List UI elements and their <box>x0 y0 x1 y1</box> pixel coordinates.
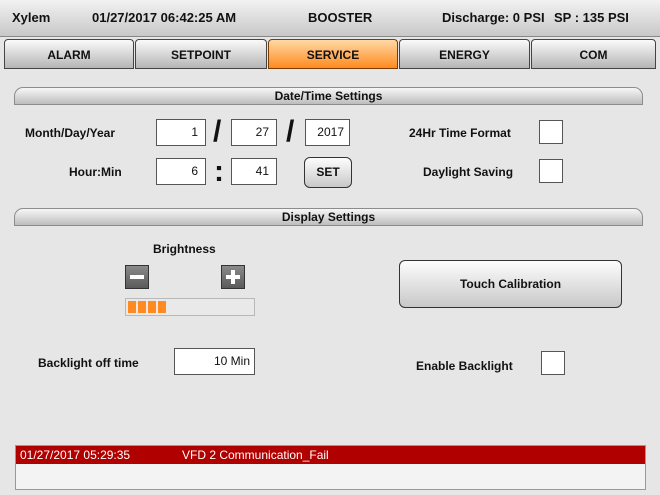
touch-calibration-button[interactable]: Touch Calibration <box>399 260 622 308</box>
brightness-level-bar <box>125 298 255 316</box>
dst-label: Daylight Saving <box>423 165 514 179</box>
tab-alarm[interactable]: ALARM <box>4 39 134 69</box>
display-settings-title: Display Settings <box>14 208 643 226</box>
brightness-label: Brightness <box>153 242 216 256</box>
day-field[interactable]: 27 <box>231 119 277 146</box>
brightness-segment <box>128 301 136 313</box>
tab-energy[interactable]: ENERGY <box>399 39 530 69</box>
alarm-row[interactable]: 01/27/2017 05:29:35 VFD 2 Communication_… <box>16 446 645 464</box>
format24-label: 24Hr Time Format <box>409 126 511 140</box>
minus-icon <box>130 275 144 279</box>
main-tabs: ALARM SETPOINT SERVICE ENERGY COM <box>4 39 656 71</box>
time-label: Hour:Min <box>69 165 122 179</box>
alarm-message: VFD 2 Communication_Fail <box>182 448 329 462</box>
tab-service[interactable]: SERVICE <box>268 39 398 69</box>
format24-checkbox[interactable] <box>539 120 563 144</box>
hour-field[interactable]: 6 <box>156 158 206 185</box>
brightness-segment <box>148 301 156 313</box>
hmi-screen: Xylem 01/27/2017 06:42:25 AM BOOSTER Dis… <box>0 0 660 495</box>
backlight-off-time-label: Backlight off time <box>38 356 139 370</box>
status-bar: Xylem 01/27/2017 06:42:25 AM BOOSTER Dis… <box>0 0 660 37</box>
mode-label: BOOSTER <box>308 10 373 25</box>
brightness-segment <box>138 301 146 313</box>
set-time-button[interactable]: SET <box>304 157 352 188</box>
enable-backlight-label: Enable Backlight <box>416 359 513 373</box>
backlight-off-time-field[interactable]: 10 Min <box>174 348 255 375</box>
alarm-banner: 01/27/2017 05:29:35 VFD 2 Communication_… <box>15 445 646 490</box>
current-datetime: 01/27/2017 06:42:25 AM <box>92 10 237 25</box>
month-field[interactable]: 1 <box>156 119 206 146</box>
brightness-segment <box>158 301 166 313</box>
plus-icon <box>226 270 240 284</box>
time-separator: : <box>214 155 224 188</box>
year-field[interactable]: 2017 <box>305 119 350 146</box>
discharge-readout: Discharge: 0 PSI <box>442 10 545 25</box>
date-separator-1: / <box>213 115 222 148</box>
setpoint-readout: SP : 135 PSI <box>554 10 629 25</box>
tab-com[interactable]: COM <box>531 39 656 69</box>
display-settings-panel: Display Settings Brightness Touch Calibr… <box>14 208 643 393</box>
brightness-decrease-button[interactable] <box>125 265 149 289</box>
minute-field[interactable]: 41 <box>231 158 277 185</box>
tab-setpoint[interactable]: SETPOINT <box>135 39 267 69</box>
datetime-settings-title: Date/Time Settings <box>14 87 643 105</box>
dst-checkbox[interactable] <box>539 159 563 183</box>
date-separator-2: / <box>286 115 295 148</box>
date-label: Month/Day/Year <box>25 126 116 140</box>
enable-backlight-checkbox[interactable] <box>541 351 565 375</box>
datetime-settings-panel: Date/Time Settings Month/Day/Year 1 / 27… <box>14 87 643 199</box>
alarm-timestamp: 01/27/2017 05:29:35 <box>20 448 131 462</box>
brand-label: Xylem <box>12 10 51 25</box>
brightness-increase-button[interactable] <box>221 265 245 289</box>
